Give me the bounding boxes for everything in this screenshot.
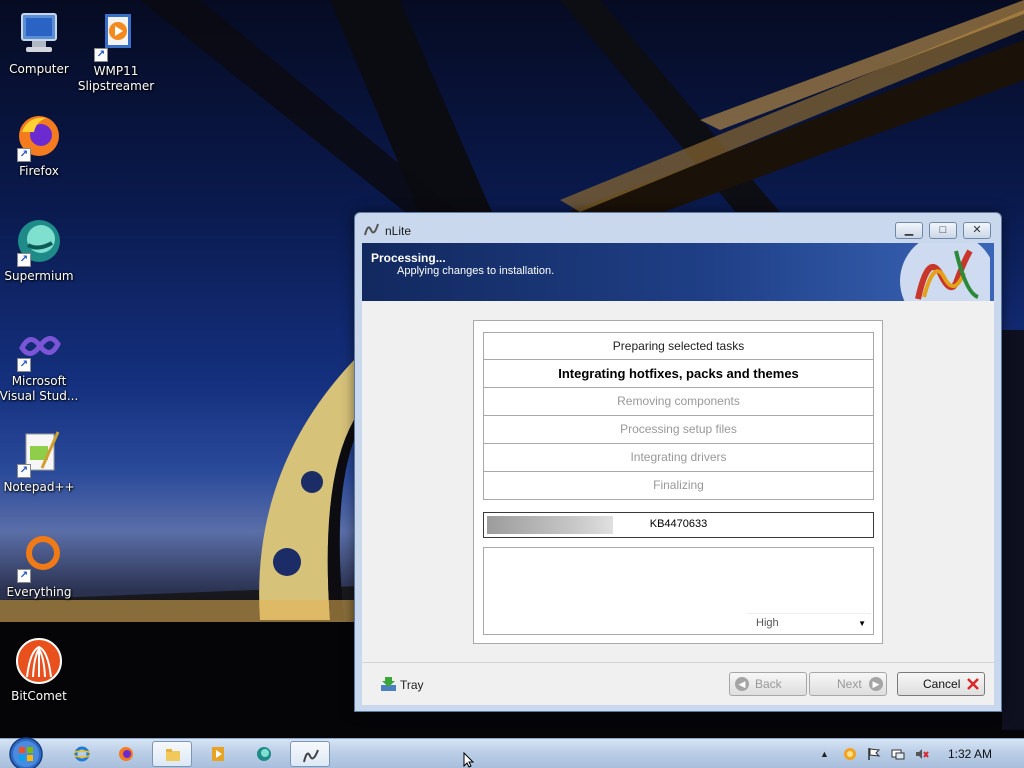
minimize-icon: ▁ bbox=[904, 224, 914, 236]
taskbar-file-explorer[interactable] bbox=[152, 741, 192, 767]
task-integrating-drivers: Integrating drivers bbox=[483, 444, 874, 472]
back-button[interactable]: ◀ Back bbox=[729, 672, 807, 696]
desktop-icon-firefox[interactable]: ↗ Firefox bbox=[0, 112, 79, 179]
maximize-icon: □ bbox=[939, 224, 947, 236]
next-button[interactable]: Next ▶ bbox=[809, 672, 887, 696]
media-player-icon bbox=[212, 747, 224, 761]
taskbar: ▲ 1:32 AM bbox=[0, 735, 1024, 768]
task-list: Preparing selected tasks Integrating hot… bbox=[483, 332, 874, 500]
next-arrow-icon: ▶ bbox=[869, 677, 883, 691]
shortcut-arrow-icon: ↗ bbox=[17, 358, 31, 372]
internet-explorer-icon bbox=[74, 746, 90, 762]
task-processing-setup-files: Processing setup files bbox=[483, 416, 874, 444]
action-center-flag-icon[interactable] bbox=[867, 747, 881, 761]
window-client-area: Processing... Applying changes to instal… bbox=[362, 243, 994, 705]
taskbar-internet-explorer[interactable] bbox=[62, 741, 102, 767]
supermium-icon: ↗ bbox=[14, 217, 64, 267]
log-area: High ▼ bbox=[483, 547, 874, 635]
shortcut-arrow-icon: ↗ bbox=[17, 569, 31, 583]
show-hidden-icons-arrow-icon[interactable]: ▲ bbox=[820, 749, 834, 763]
notepad-plus-plus-icon: ↗ bbox=[14, 428, 64, 478]
tray-button[interactable]: Tray bbox=[380, 675, 424, 695]
shortcut-arrow-icon: ↗ bbox=[17, 148, 31, 162]
nlite-app-icon bbox=[364, 223, 379, 236]
tray-button-label: Tray bbox=[400, 678, 424, 692]
computer-icon bbox=[14, 10, 64, 60]
desktop-icon-visual-studio[interactable]: ↗ Microsoft Visual Stud... bbox=[0, 322, 79, 404]
back-button-label: Back bbox=[755, 677, 782, 691]
desktop-icon-notepad-plus-plus[interactable]: ↗ Notepad++ bbox=[0, 428, 79, 495]
desktop-icon-computer[interactable]: Computer bbox=[0, 10, 79, 77]
nlite-window: nLite ▁ □ ✕ Processing... Applying chang… bbox=[354, 212, 1002, 712]
shortcut-arrow-icon: ↗ bbox=[17, 253, 31, 267]
minimize-button[interactable]: ▁ bbox=[895, 222, 923, 239]
cancel-x-icon bbox=[967, 678, 979, 690]
taskbar-nlite[interactable] bbox=[290, 741, 330, 767]
tray-download-icon bbox=[381, 677, 396, 691]
taskbar-media-player[interactable] bbox=[198, 741, 238, 767]
security-shield-icon[interactable] bbox=[843, 747, 857, 761]
everything-icon: ↗ bbox=[14, 533, 64, 583]
bitcomet-icon bbox=[14, 637, 64, 687]
network-icon[interactable] bbox=[891, 747, 905, 761]
taskbar-supermium[interactable] bbox=[244, 741, 284, 767]
firefox-icon: ↗ bbox=[14, 112, 64, 162]
desktop-icon-supermium[interactable]: ↗ Supermium bbox=[0, 217, 79, 284]
mouse-cursor-icon bbox=[463, 752, 475, 768]
priority-dropdown[interactable]: High ▼ bbox=[747, 613, 871, 632]
back-arrow-icon: ◀ bbox=[735, 677, 749, 691]
taskbar-clock[interactable]: 1:32 AM bbox=[948, 747, 992, 761]
file-explorer-icon bbox=[166, 749, 180, 761]
window-title: nLite bbox=[385, 224, 412, 238]
supermium-icon bbox=[257, 747, 271, 761]
window-titlebar[interactable]: nLite ▁ □ ✕ bbox=[355, 213, 1001, 243]
maximize-button[interactable]: □ bbox=[929, 222, 957, 239]
priority-selected-value: High bbox=[756, 617, 779, 629]
task-finalizing: Finalizing bbox=[483, 472, 874, 500]
shortcut-arrow-icon: ↗ bbox=[94, 48, 108, 62]
footer-divider bbox=[362, 662, 994, 663]
task-integrating-hotfixes: Integrating hotfixes, packs and themes bbox=[483, 360, 874, 388]
desktop-icon-bitcomet[interactable]: BitComet bbox=[0, 637, 79, 704]
header-title: Processing... bbox=[371, 251, 446, 265]
close-icon: ✕ bbox=[972, 224, 982, 236]
close-button[interactable]: ✕ bbox=[963, 222, 991, 239]
wmp-slipstreamer-icon: ↗ bbox=[91, 12, 141, 62]
nlite-icon bbox=[303, 749, 319, 763]
task-removing-components: Removing components bbox=[483, 388, 874, 416]
progress-label: KB4470633 bbox=[649, 518, 708, 530]
nlite-logo-icon bbox=[900, 243, 990, 301]
firefox-icon bbox=[119, 747, 133, 761]
cancel-button[interactable]: Cancel bbox=[897, 672, 985, 696]
header-subtitle: Applying changes to installation. bbox=[397, 265, 555, 277]
taskbar-firefox[interactable] bbox=[106, 741, 146, 767]
cancel-button-label: Cancel bbox=[923, 677, 961, 691]
task-preparing-selected-tasks: Preparing selected tasks bbox=[483, 332, 874, 360]
desktop-icon-everything[interactable]: ↗ Everything bbox=[0, 533, 79, 600]
dropdown-arrow-icon: ▼ bbox=[858, 619, 866, 628]
wizard-header-banner: Processing... Applying changes to instal… bbox=[362, 243, 994, 301]
visual-studio-icon: ↗ bbox=[14, 322, 64, 372]
next-button-label: Next bbox=[837, 677, 862, 691]
volume-muted-icon[interactable] bbox=[915, 747, 929, 761]
shortcut-arrow-icon: ↗ bbox=[17, 464, 31, 478]
start-button[interactable] bbox=[6, 735, 46, 768]
progress-bar: KB4470633 bbox=[483, 512, 874, 538]
desktop-icon-wmp11-slipstreamer[interactable]: ↗ WMP11 Slipstreamer bbox=[76, 12, 156, 94]
processing-panel: Preparing selected tasks Integrating hot… bbox=[473, 320, 883, 644]
